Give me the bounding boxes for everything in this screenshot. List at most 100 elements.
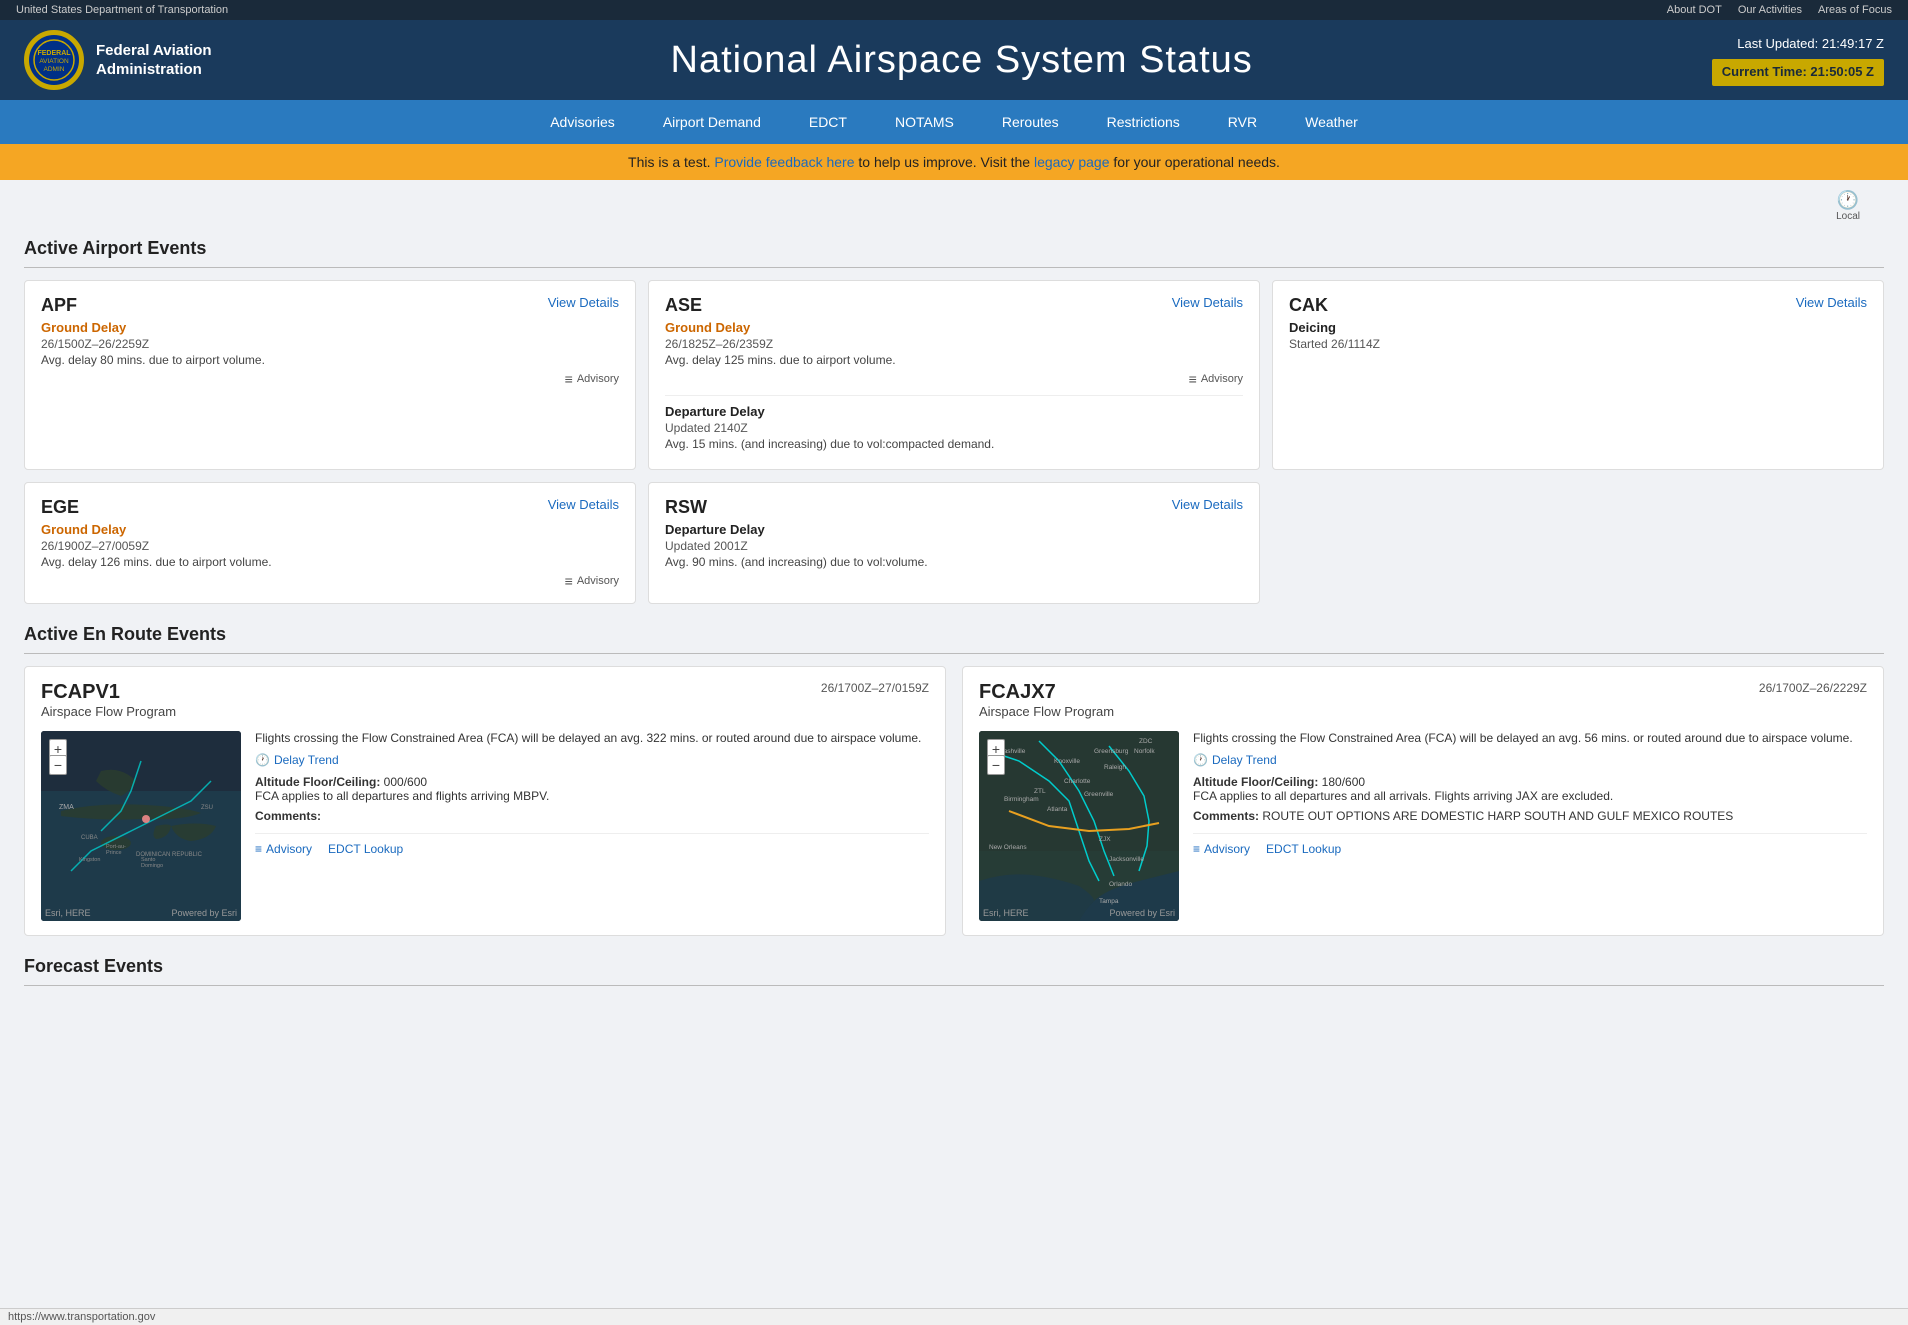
- ase-event-type-1: Ground Delay: [665, 320, 1243, 335]
- ege-time-row: 26/1900Z–27/0059Z: [41, 539, 619, 553]
- fcapv1-altitude-desc: FCA applies to all departures and flight…: [255, 789, 549, 803]
- svg-text:Raleigh: Raleigh: [1104, 764, 1126, 771]
- map-zoom-out[interactable]: −: [49, 755, 67, 775]
- fcapv1-comments: Comments:: [255, 809, 929, 823]
- status-bar: https://www.transportation.gov: [0, 1308, 1908, 1325]
- fcapv1-map: ZMA CUBA DOMINICAN REPUBLIC Port-au- Pri…: [41, 731, 241, 921]
- airport-section-title: Active Airport Events: [24, 238, 1884, 259]
- apf-header: APF View Details: [41, 295, 619, 316]
- nav-airport-demand[interactable]: Airport Demand: [655, 110, 769, 134]
- apf-view-details[interactable]: View Details: [548, 295, 619, 310]
- apf-time-row: 26/1500Z–26/2259Z: [41, 337, 619, 351]
- banner-text-middle: to help us improve. Visit the: [858, 154, 1030, 170]
- fcapv1-edct-link[interactable]: EDCT Lookup: [328, 842, 403, 856]
- airport-card-apf: APF View Details Ground Delay 26/1500Z–2…: [24, 280, 636, 470]
- nav-rvr[interactable]: RVR: [1220, 110, 1265, 134]
- svg-text:ZDC: ZDC: [1139, 738, 1153, 745]
- nav-notams[interactable]: NOTAMS: [887, 110, 962, 134]
- svg-text:New Orleans: New Orleans: [989, 844, 1027, 851]
- fcapv1-altitude-label: Altitude Floor/Ceiling:: [255, 775, 380, 789]
- advisory-icon-5: ≡: [1193, 842, 1200, 856]
- current-time: Current Time: 21:50:05 Z: [1712, 59, 1884, 86]
- nav-reroutes[interactable]: Reroutes: [994, 110, 1067, 134]
- nav-weather[interactable]: Weather: [1297, 110, 1366, 134]
- svg-text:Charlotte: Charlotte: [1064, 778, 1091, 785]
- about-dot-link[interactable]: About DOT: [1667, 4, 1722, 16]
- advisory-label-2: Advisory: [1201, 373, 1243, 385]
- areas-of-focus-link[interactable]: Areas of Focus: [1818, 4, 1892, 16]
- fcapv1-footer: ≡ Advisory EDCT Lookup: [255, 833, 929, 856]
- last-updated-label: Last Updated:: [1737, 36, 1818, 51]
- clock-icon-3: 🕐: [1193, 753, 1208, 767]
- apf-advisory: ≡ Advisory: [41, 371, 619, 387]
- legacy-page-link[interactable]: legacy page: [1034, 154, 1110, 170]
- map-zoom-out-2[interactable]: −: [987, 755, 1005, 775]
- fcajx7-header-left: FCAJX7 Airspace Flow Program: [979, 681, 1114, 723]
- header: FEDERAL AVIATION ADMIN Federal Aviation …: [0, 20, 1908, 100]
- enroute-section-divider: [24, 653, 1884, 654]
- rsw-event-type: Departure Delay: [665, 522, 1243, 537]
- svg-text:ADMIN: ADMIN: [44, 66, 65, 73]
- current-time-value: 21:50:05 Z: [1810, 64, 1874, 79]
- ase-card-divider: [665, 395, 1243, 396]
- fcajx7-advisory-link[interactable]: ≡ Advisory: [1193, 842, 1250, 856]
- airport-card-ege: EGE View Details Ground Delay 26/1900Z–2…: [24, 482, 636, 604]
- enroute-section-title: Active En Route Events: [24, 624, 1884, 645]
- ase-view-details[interactable]: View Details: [1172, 295, 1243, 310]
- our-activities-link[interactable]: Our Activities: [1738, 4, 1802, 16]
- rsw-time: Updated 2001Z: [665, 539, 748, 553]
- fcajx7-delay-trend[interactable]: 🕐 Delay Trend: [1193, 753, 1867, 767]
- svg-text:Norfolk: Norfolk: [1134, 748, 1155, 755]
- brand-name: Federal Aviation Administration: [96, 41, 212, 80]
- svg-text:Jacksonville: Jacksonville: [1109, 856, 1144, 863]
- forecast-section: Forecast Events: [24, 956, 1884, 986]
- ege-view-details[interactable]: View Details: [548, 497, 619, 512]
- rsw-time-row: Updated 2001Z: [665, 539, 1243, 553]
- rsw-desc: Avg. 90 mins. (and increasing) due to vo…: [665, 555, 1243, 569]
- fcajx7-code: FCAJX7: [979, 681, 1114, 704]
- fcajx7-time: 26/1700Z–26/2229Z: [1759, 681, 1867, 695]
- ase-header: ASE View Details: [665, 295, 1243, 316]
- nav-restrictions[interactable]: Restrictions: [1099, 110, 1188, 134]
- ege-time: 26/1900Z–27/0059Z: [41, 539, 149, 553]
- fcajx7-edct-link[interactable]: EDCT Lookup: [1266, 842, 1341, 856]
- svg-text:CUBA: CUBA: [81, 835, 98, 841]
- fcajx7-desc: Flights crossing the Flow Constrained Ar…: [1193, 731, 1867, 745]
- empty-cell: [1272, 482, 1884, 604]
- advisory-label-3: Advisory: [577, 575, 619, 587]
- advisory-label: Advisory: [577, 373, 619, 385]
- fcapv1-advisory-link[interactable]: ≡ Advisory: [255, 842, 312, 856]
- svg-text:Orlando: Orlando: [1109, 881, 1133, 888]
- rsw-header: RSW View Details: [665, 497, 1243, 518]
- nav-advisories[interactable]: Advisories: [542, 110, 623, 134]
- ase-desc-2: Avg. 15 mins. (and increasing) due to vo…: [665, 437, 1243, 451]
- apf-time: 26/1500Z–26/2259Z: [41, 337, 149, 351]
- faa-logo: FEDERAL AVIATION ADMIN: [24, 30, 84, 90]
- fcapv1-time: 26/1700Z–27/0159Z: [821, 681, 929, 695]
- department-name: United States Department of Transportati…: [16, 4, 228, 16]
- cak-view-details[interactable]: View Details: [1796, 295, 1867, 310]
- fcajx7-altitude-label: Altitude Floor/Ceiling:: [1193, 775, 1318, 789]
- svg-text:Domingo: Domingo: [141, 863, 163, 869]
- fcapv1-altitude: Altitude Floor/Ceiling: 000/600 FCA appl…: [255, 775, 929, 803]
- fcapv1-body: ZMA CUBA DOMINICAN REPUBLIC Port-au- Pri…: [41, 731, 929, 921]
- header-time: Last Updated: 21:49:17 Z Current Time: 2…: [1712, 34, 1884, 86]
- apf-desc: Avg. delay 80 mins. due to airport volum…: [41, 353, 619, 367]
- top-bar: United States Department of Transportati…: [0, 0, 1908, 20]
- fcapv1-delay-trend[interactable]: 🕐 Delay Trend: [255, 753, 929, 767]
- feedback-link[interactable]: Provide feedback here: [714, 154, 854, 170]
- svg-text:Prince: Prince: [106, 850, 122, 856]
- cak-code: CAK: [1289, 295, 1328, 316]
- rsw-view-details[interactable]: View Details: [1172, 497, 1243, 512]
- fcajx7-altitude-desc: FCA applies to all departures and all ar…: [1193, 789, 1613, 803]
- svg-text:Kingston: Kingston: [79, 857, 100, 863]
- svg-text:ZSU: ZSU: [201, 805, 213, 811]
- airport-card-rsw: RSW View Details Departure Delay Updated…: [648, 482, 1260, 604]
- nav-edct[interactable]: EDCT: [801, 110, 855, 134]
- svg-text:ZMA: ZMA: [59, 804, 74, 811]
- svg-text:Atlanta: Atlanta: [1047, 806, 1068, 813]
- map-label-esri-left: Esri, HERE: [45, 908, 91, 918]
- rsw-code: RSW: [665, 497, 707, 518]
- fcajx7-subtitle: Airspace Flow Program: [979, 704, 1114, 719]
- top-bar-links: About DOT Our Activities Areas of Focus: [1667, 4, 1892, 16]
